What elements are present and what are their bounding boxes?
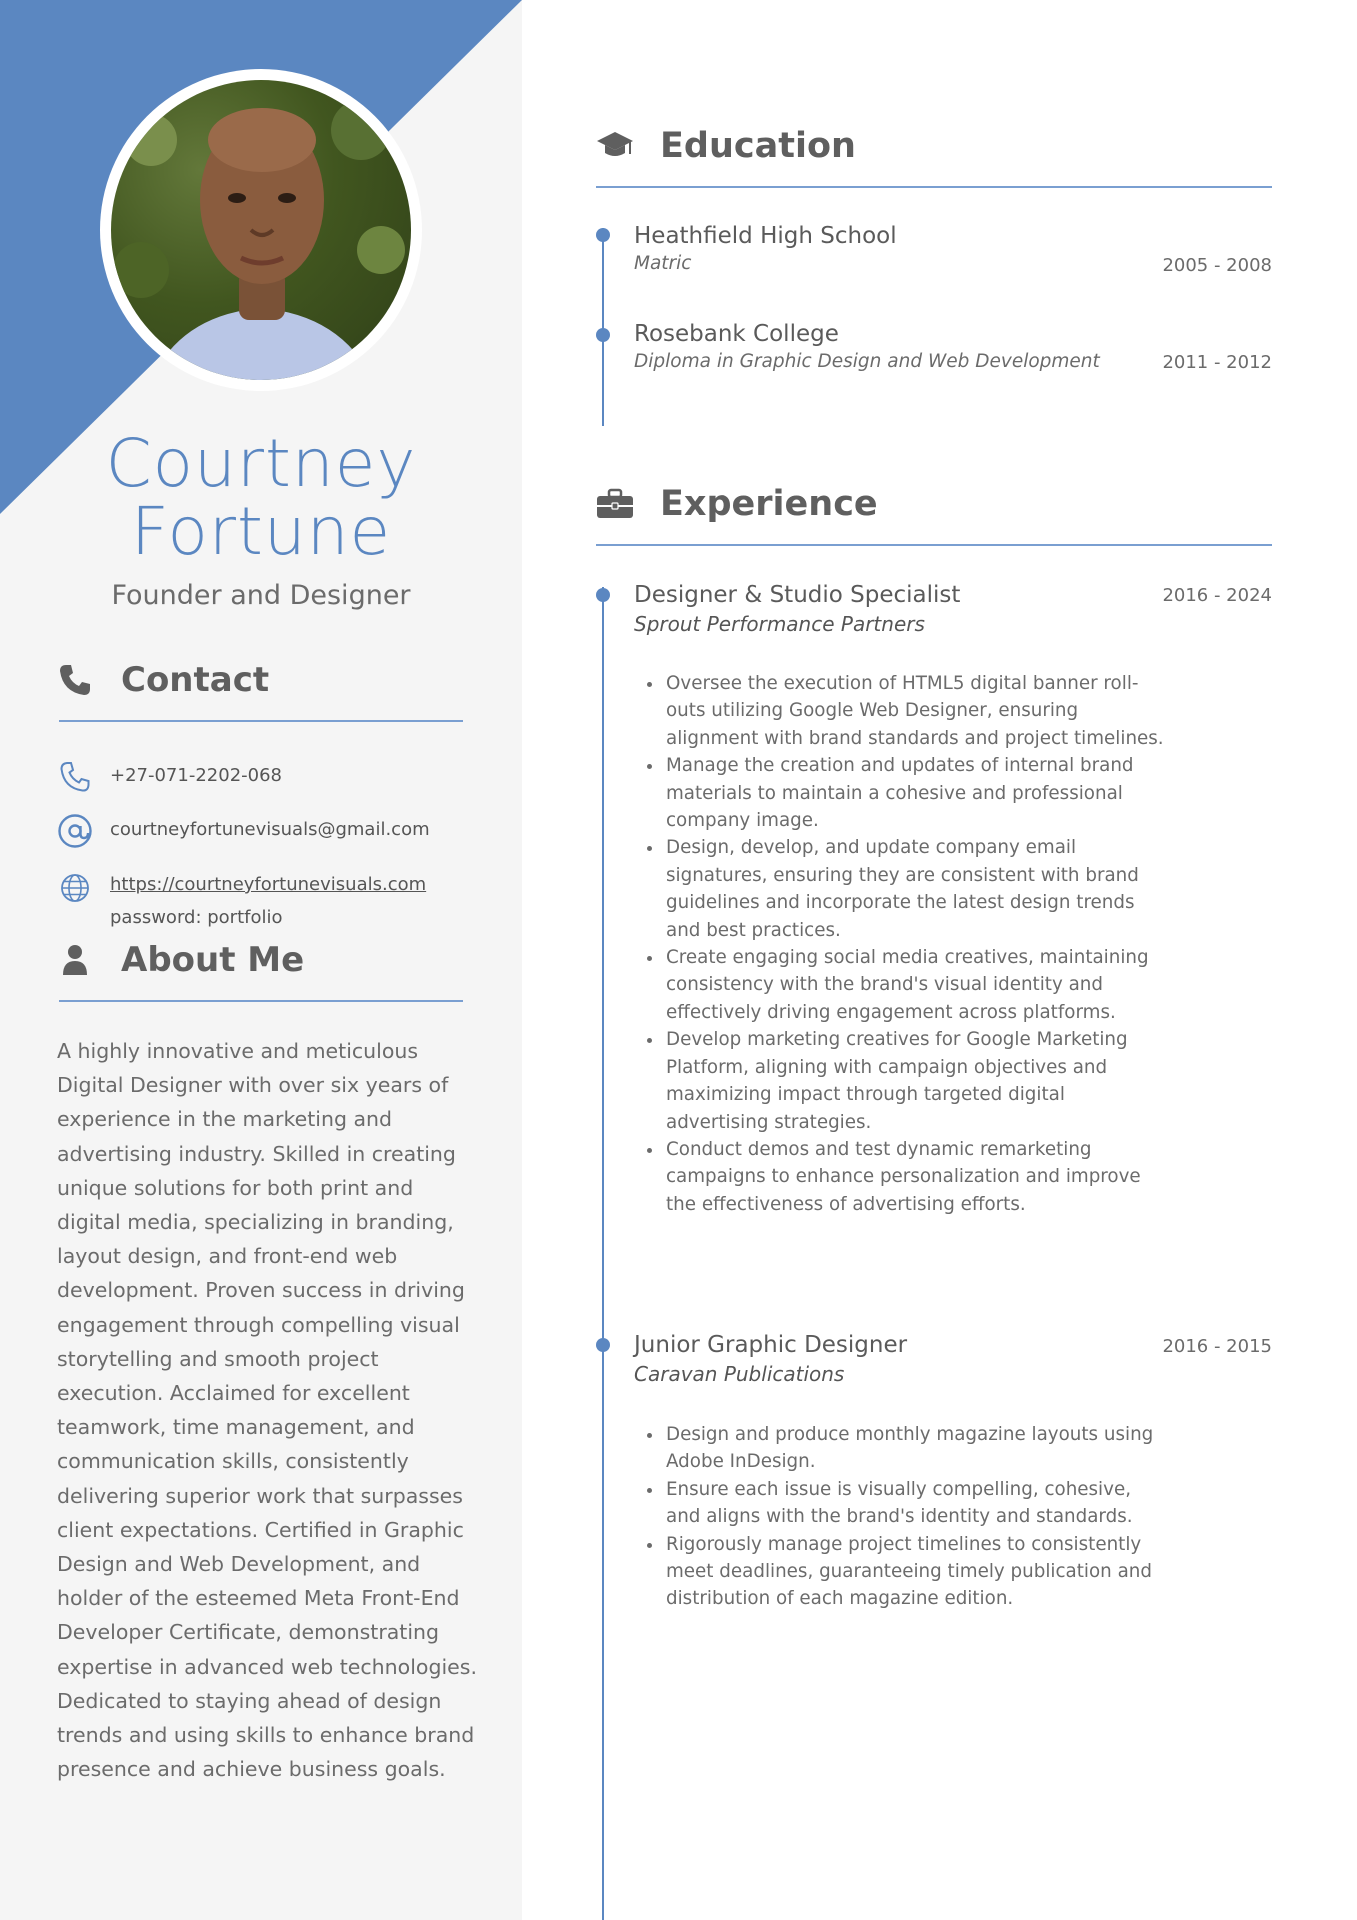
contact-website-row: https://courtneyfortunevisuals.com (57, 868, 477, 904)
profile-photo (111, 80, 411, 380)
about-heading-text: About Me (121, 940, 305, 980)
list-item: Create engaging social media creatives, … (664, 944, 1164, 1026)
contact-phone-row: +27-071-2202-068 (57, 759, 477, 795)
experience-bullets-1: Oversee the execution of HTML5 digital b… (640, 670, 1164, 1218)
experience-dates-1: 2016 - 2024 (1162, 585, 1272, 606)
experience-dates-2: 2016 - 2015 (1162, 1336, 1272, 1357)
first-name: Courtney (105, 425, 417, 502)
website-url[interactable]: https://courtneyfortunevisuals.com (110, 874, 426, 895)
list-item: Manage the creation and updates of inter… (664, 752, 1164, 834)
briefcase-icon (597, 488, 633, 518)
education-school-2: Rosebank College (634, 321, 839, 347)
sidebar: Courtney Fortune Founder and Designer Co… (0, 0, 522, 1920)
candidate-name: Courtney Fortune (0, 430, 522, 566)
education-qualification-2: Diploma in Graphic Design and Web Develo… (634, 351, 1100, 372)
experience-title-1: Designer & Studio Specialist (634, 582, 961, 608)
experience-bullets-2: Design and produce monthly magazine layo… (640, 1421, 1164, 1613)
profile-photo-frame (100, 69, 422, 391)
phone-number[interactable]: +27-071-2202-068 (110, 765, 282, 786)
experience-title-2: Junior Graphic Designer (634, 1332, 908, 1358)
graduation-cap-icon (597, 132, 633, 156)
list-item: Conduct demos and test dynamic remarketi… (664, 1136, 1164, 1218)
job-role: Founder and Designer (111, 580, 411, 611)
contact-heading-rule (59, 720, 463, 722)
education-dot-2 (596, 328, 610, 342)
at-sign-icon (58, 814, 92, 848)
education-dates-2: 2011 - 2012 (1162, 352, 1272, 373)
education-heading-text: Education (660, 126, 856, 166)
about-paragraph: A highly innovative and meticulous Digit… (57, 1039, 477, 1782)
about-heading-rule (59, 1000, 463, 1002)
website-password: password: portfolio (110, 907, 283, 928)
about-heading: About Me (57, 938, 463, 1002)
education-qualification-1: Matric (634, 253, 692, 274)
experience-timeline-line (602, 587, 604, 1920)
email-address[interactable]: courtneyfortunevisuals@gmail.com (110, 819, 430, 840)
education-timeline-line (602, 228, 604, 426)
user-icon (63, 945, 87, 975)
contact-heading: Contact (57, 658, 463, 722)
experience-heading-rule (596, 544, 1272, 546)
education-dot-1 (596, 228, 610, 242)
phone-handset-icon (60, 762, 90, 792)
list-item: Design, develop, and update company emai… (664, 834, 1164, 944)
portrait-illustration (113, 100, 405, 380)
list-item: Rigorously manage project timelines to c… (664, 1531, 1164, 1613)
education-heading-rule (596, 186, 1272, 188)
education-dates-1: 2005 - 2008 (1162, 255, 1272, 276)
contact-email-row: courtneyfortunevisuals@gmail.com (57, 813, 477, 849)
list-item: Develop marketing creatives for Google M… (664, 1026, 1164, 1136)
experience-dot-2 (596, 1338, 610, 1352)
experience-company-2: Caravan Publications (634, 1362, 845, 1386)
contact-heading-text: Contact (121, 660, 270, 700)
globe-icon (61, 874, 89, 902)
education-heading: Education (596, 122, 1272, 188)
last-name: Fortune (130, 493, 392, 570)
phone-icon (60, 665, 90, 695)
experience-dot-1 (596, 588, 610, 602)
education-school-1: Heathfield High School (634, 223, 897, 249)
experience-heading-text: Experience (660, 484, 878, 524)
list-item: Oversee the execution of HTML5 digital b… (664, 670, 1164, 752)
experience-heading: Experience (596, 480, 1272, 546)
list-item: Design and produce monthly magazine layo… (664, 1421, 1164, 1476)
website-link[interactable]: https://courtneyfortunevisuals.com (110, 874, 426, 895)
list-item: Ensure each issue is visually compelling… (664, 1476, 1164, 1531)
experience-company-1: Sprout Performance Partners (634, 612, 925, 636)
